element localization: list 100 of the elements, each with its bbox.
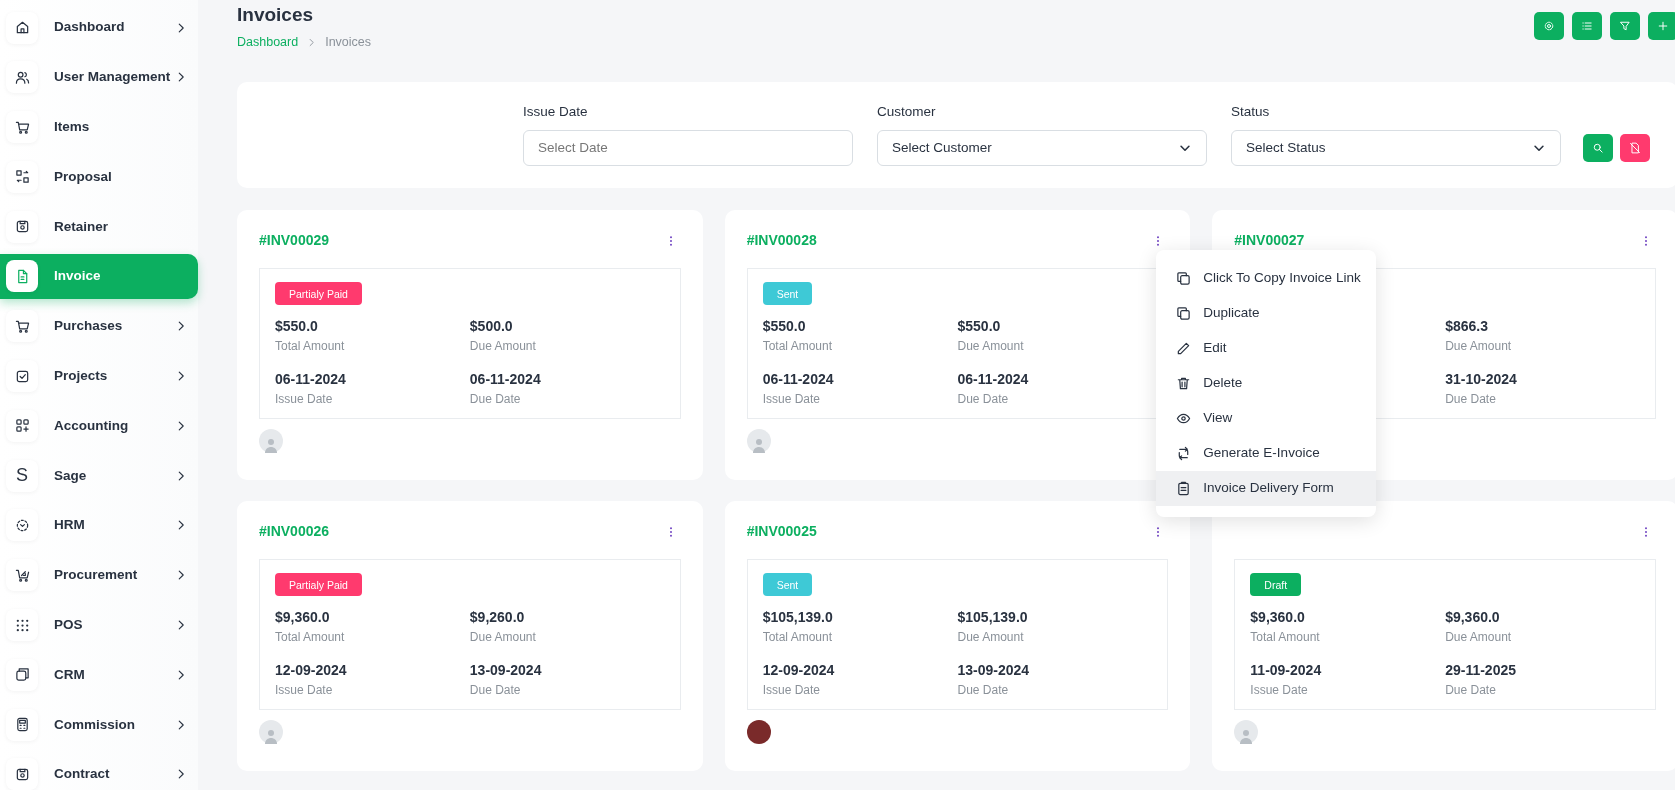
- amount-value: $105,139.0: [957, 607, 1029, 627]
- menu-item[interactable]: Duplicate: [1156, 295, 1377, 331]
- field-label: Due Date: [469, 681, 522, 699]
- letter-icon: S: [6, 459, 38, 492]
- amount-value: $500.0: [469, 316, 514, 336]
- field-label: Issue Date: [275, 681, 334, 699]
- amount-value: $550.0: [957, 316, 1002, 336]
- field-label: Due Amount: [1445, 628, 1513, 646]
- status-tag: Partialy Paid: [275, 281, 362, 305]
- field-label: Issue Date: [1250, 681, 1309, 699]
- list-icon: [1581, 20, 1593, 32]
- select-dropdown[interactable]: Select Status: [1231, 129, 1561, 166]
- amount-value: $9,360.0: [1445, 607, 1501, 627]
- checkbox-icon: [14, 368, 30, 384]
- sidebar-item[interactable]: Purchases: [0, 303, 198, 349]
- amount-value: 13-09-2024: [957, 660, 1031, 680]
- field-label: Due Date: [957, 390, 1010, 408]
- sidebar-item[interactable]: Dashboard: [0, 5, 198, 50]
- field-label: Due Amount: [469, 337, 537, 355]
- sidebar-item[interactable]: Commission: [0, 702, 198, 748]
- amount-value: $550.0: [762, 316, 807, 336]
- sidebar-item[interactable]: Procurement: [0, 552, 198, 598]
- menu-item[interactable]: Generate E-Invoice: [1156, 435, 1377, 471]
- settings-button[interactable]: [1534, 12, 1564, 40]
- menu-item[interactable]: Delete: [1156, 365, 1377, 401]
- field-label: Issue Date: [523, 102, 589, 121]
- calculator-icon: [14, 717, 30, 733]
- amount-value: 06-11-2024: [469, 369, 542, 389]
- field-label: Total Amount: [762, 337, 834, 355]
- apps-icon: [14, 418, 30, 434]
- field-label: Due Date: [469, 390, 522, 408]
- pencil-icon: [1176, 340, 1192, 356]
- sidebar-item[interactable]: Retainer: [0, 204, 198, 250]
- amount-value: $9,360.0: [1250, 607, 1306, 627]
- sidebar-item[interactable]: Items: [0, 104, 198, 150]
- amount-value: 12-09-2024: [275, 660, 348, 680]
- field-label: Due Date: [1445, 390, 1497, 408]
- amount-value: 06-11-2024: [762, 369, 835, 389]
- amount-value: 06-11-2024: [275, 369, 347, 389]
- cart-icon: [14, 318, 30, 334]
- sidebar-item[interactable]: S Sage: [0, 453, 198, 499]
- menu-item[interactable]: View: [1156, 400, 1377, 436]
- amount-value: $550.0: [275, 316, 319, 336]
- search-icon: [1592, 141, 1604, 154]
- cart-icon: [14, 119, 30, 135]
- field-label: Due Date: [957, 681, 1010, 699]
- status-tag: Sent: [762, 281, 813, 305]
- field-label: Due Amount: [957, 628, 1025, 646]
- copy-icon: [1176, 270, 1192, 286]
- reset-filter-button[interactable]: [1620, 133, 1650, 162]
- field-label: Total Amount: [762, 628, 834, 646]
- menu-item[interactable]: Click To Copy Invoice Link: [1156, 260, 1377, 296]
- field-label: Due Amount: [1445, 337, 1513, 355]
- amount-value: 31-10-2024: [1445, 369, 1518, 389]
- field-label: Issue Date: [762, 390, 822, 408]
- clipboard-icon: [1176, 480, 1192, 496]
- cart-icon: [14, 567, 30, 583]
- amount-value: 11-09-2024: [1250, 660, 1323, 680]
- swap-icon: [14, 169, 30, 185]
- dashed-circle-icon: [14, 517, 30, 533]
- plus-icon: [1657, 20, 1669, 32]
- filter-icon: [1619, 20, 1631, 32]
- field-label: Due Amount: [957, 337, 1025, 355]
- field-label: Issue Date: [275, 390, 334, 408]
- sidebar-item[interactable]: POS: [0, 602, 198, 648]
- field-label: Due Amount: [469, 628, 537, 646]
- sidebar-item[interactable]: CRM: [0, 652, 198, 698]
- amount-value: $866.3: [1445, 316, 1489, 336]
- menu-item[interactable]: Invoice Delivery Form: [1156, 470, 1377, 506]
- select-dropdown[interactable]: Select Customer: [877, 129, 1207, 166]
- amount-value: $105,139.0: [762, 607, 834, 627]
- field-label: Due Date: [1445, 681, 1497, 699]
- date-input-field[interactable]: Select Date: [523, 129, 853, 166]
- sidebar-item[interactable]: Projects: [0, 353, 198, 399]
- field-label: Customer: [877, 102, 937, 121]
- settings-icon: [1543, 20, 1555, 32]
- amount-value: 06-11-2024: [957, 369, 1030, 389]
- squares-icon: [14, 667, 30, 683]
- dots-grid-icon: [14, 617, 30, 633]
- list-view-button[interactable]: [1572, 12, 1602, 40]
- sidebar-item[interactable]: HRM: [0, 502, 198, 548]
- sidebar-item[interactable]: Contract: [0, 751, 198, 790]
- sidebar-item[interactable]: Accounting: [0, 403, 198, 449]
- sidebar-item[interactable]: Proposal: [0, 154, 198, 200]
- field-label: Issue Date: [762, 681, 822, 699]
- copy-icon: [1176, 305, 1192, 321]
- field-label: Total Amount: [275, 628, 346, 646]
- menu-item[interactable]: Edit: [1156, 330, 1377, 366]
- field-label: Status: [1231, 102, 1271, 121]
- home-icon: [14, 20, 30, 35]
- sidebar-item[interactable]: User Management: [0, 54, 198, 100]
- filter-button[interactable]: [1610, 12, 1640, 40]
- amount-value: 12-09-2024: [762, 660, 836, 680]
- status-tag: Draft: [1250, 572, 1302, 596]
- field-label: Total Amount: [275, 337, 346, 355]
- status-tag: Sent: [762, 572, 813, 596]
- trash-icon: [1176, 375, 1192, 391]
- amount-value: 13-09-2024: [469, 660, 543, 680]
- status-tag: Partialy Paid: [275, 572, 362, 596]
- search-button[interactable]: [1583, 133, 1613, 162]
